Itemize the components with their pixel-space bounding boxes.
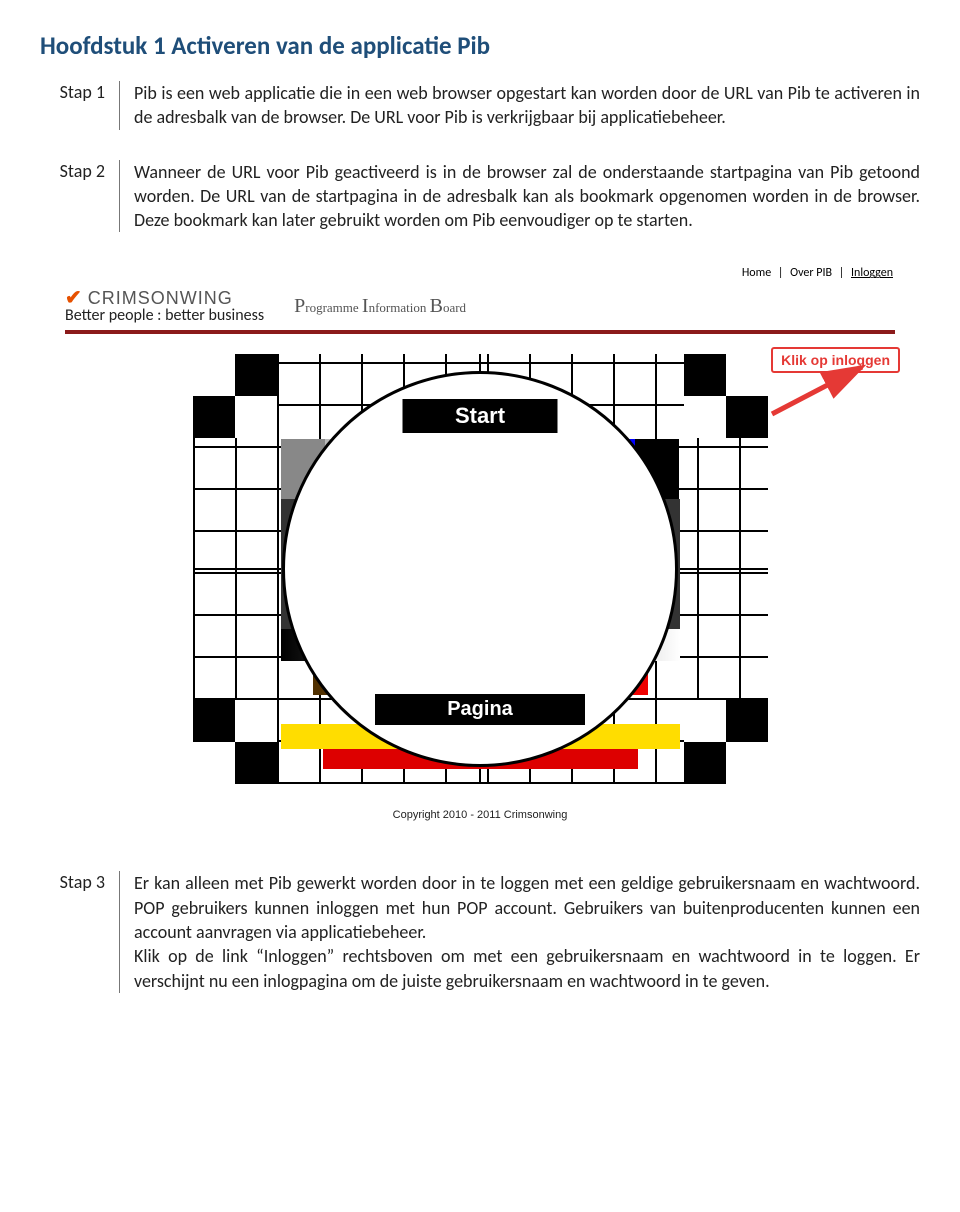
- nav-home[interactable]: Home: [740, 266, 773, 280]
- callout-annotation: Klik op inloggen: [771, 347, 900, 373]
- brand-bar: ✔ CRIMSONWING Better people : better bus…: [65, 284, 895, 330]
- step-1-label: Stap 1: [40, 81, 120, 130]
- step-3-label: Stap 3: [40, 871, 120, 992]
- crimsonwing-logo: ✔ CRIMSONWING: [65, 288, 264, 308]
- header-divider: [65, 330, 895, 334]
- pib-startpage-screenshot: Home | Over PIB | Inloggen ✔ CRIMSONWING…: [65, 262, 895, 821]
- step-2-text: Wanneer de URL voor Pib geactiveerd is i…: [120, 160, 920, 233]
- top-nav: Home | Over PIB | Inloggen: [65, 262, 895, 284]
- pib-wordmark: Programme Information Board: [294, 295, 466, 318]
- testcard-start-label: Start: [403, 399, 558, 433]
- step-1-row: Stap 1 Pib is een web applicatie die in …: [40, 81, 920, 130]
- screenshot-copyright: Copyright 2010 - 2011 Crimsonwing: [65, 809, 895, 821]
- brand-name: CRIMSONWING: [88, 289, 233, 307]
- nav-over-pib[interactable]: Over PIB: [788, 266, 834, 280]
- step-3-row: Stap 3 Er kan alleen met Pib gewerkt wor…: [40, 871, 920, 992]
- brand-tagline: Better people : better business: [65, 308, 264, 324]
- nav-inloggen[interactable]: Inloggen: [849, 266, 895, 280]
- callout-arrow-icon: [762, 359, 872, 419]
- testcard-pagina-label: Pagina: [375, 694, 585, 725]
- logo-check-icon: ✔: [65, 288, 82, 308]
- test-card-image: Start Pagina: [193, 354, 768, 784]
- step-2-label: Stap 2: [40, 160, 120, 233]
- chapter-heading: Hoofdstuk 1 Activeren van de applicatie …: [40, 30, 920, 61]
- step-2-row: Stap 2 Wanneer de URL voor Pib geactivee…: [40, 160, 920, 233]
- step-3-text: Er kan alleen met Pib gewerkt worden doo…: [120, 871, 920, 992]
- step-1-text: Pib is een web applicatie die in een web…: [120, 81, 920, 130]
